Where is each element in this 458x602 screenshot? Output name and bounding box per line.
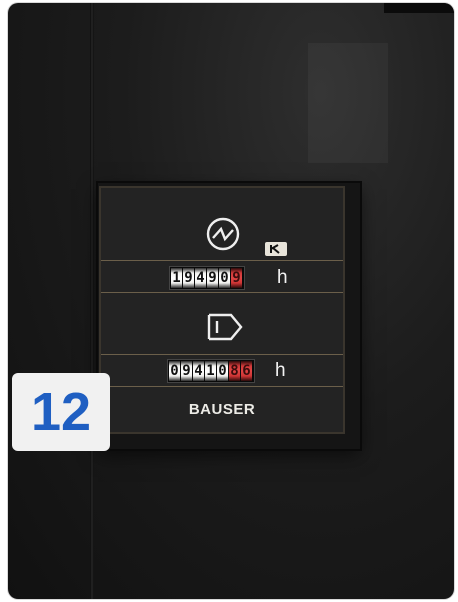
divider — [101, 292, 343, 293]
counter-digit: 9 — [231, 268, 242, 288]
hour-counter-bottom: 0941086 — [167, 359, 255, 383]
load-arrow-icon — [207, 313, 243, 341]
top-strip — [384, 3, 454, 13]
counter-digit: 0 — [217, 361, 228, 381]
counter-digit: 4 — [195, 268, 206, 288]
counter-digit: 8 — [229, 361, 240, 381]
brand-label: BAUSER — [188, 401, 256, 418]
counter-digit: 0 — [219, 268, 230, 288]
divider — [101, 386, 343, 387]
surface-glare — [308, 43, 388, 163]
counter-digit: 6 — [241, 361, 252, 381]
cabinet-edge — [90, 3, 94, 599]
hour-meter: 194909 h 0941086 h BAUSER — [99, 186, 345, 434]
divider — [101, 354, 343, 355]
unit-label-top: h — [277, 267, 288, 288]
divider — [101, 260, 343, 261]
counter-digit: 9 — [207, 268, 218, 288]
counter-digit: 9 — [181, 361, 192, 381]
unit-label-bottom: h — [275, 360, 286, 381]
counter-digit: 4 — [193, 361, 204, 381]
badge-number: 12 — [30, 382, 92, 442]
counter-digit: 1 — [171, 268, 182, 288]
clock-symbol-icon — [206, 217, 240, 251]
k-tag-icon — [265, 242, 287, 256]
number-badge: 12 — [12, 373, 110, 451]
hour-counter-top: 194909 — [169, 266, 245, 290]
counter-digit: 1 — [205, 361, 216, 381]
counter-digit: 0 — [169, 361, 180, 381]
counter-digit: 9 — [183, 268, 194, 288]
